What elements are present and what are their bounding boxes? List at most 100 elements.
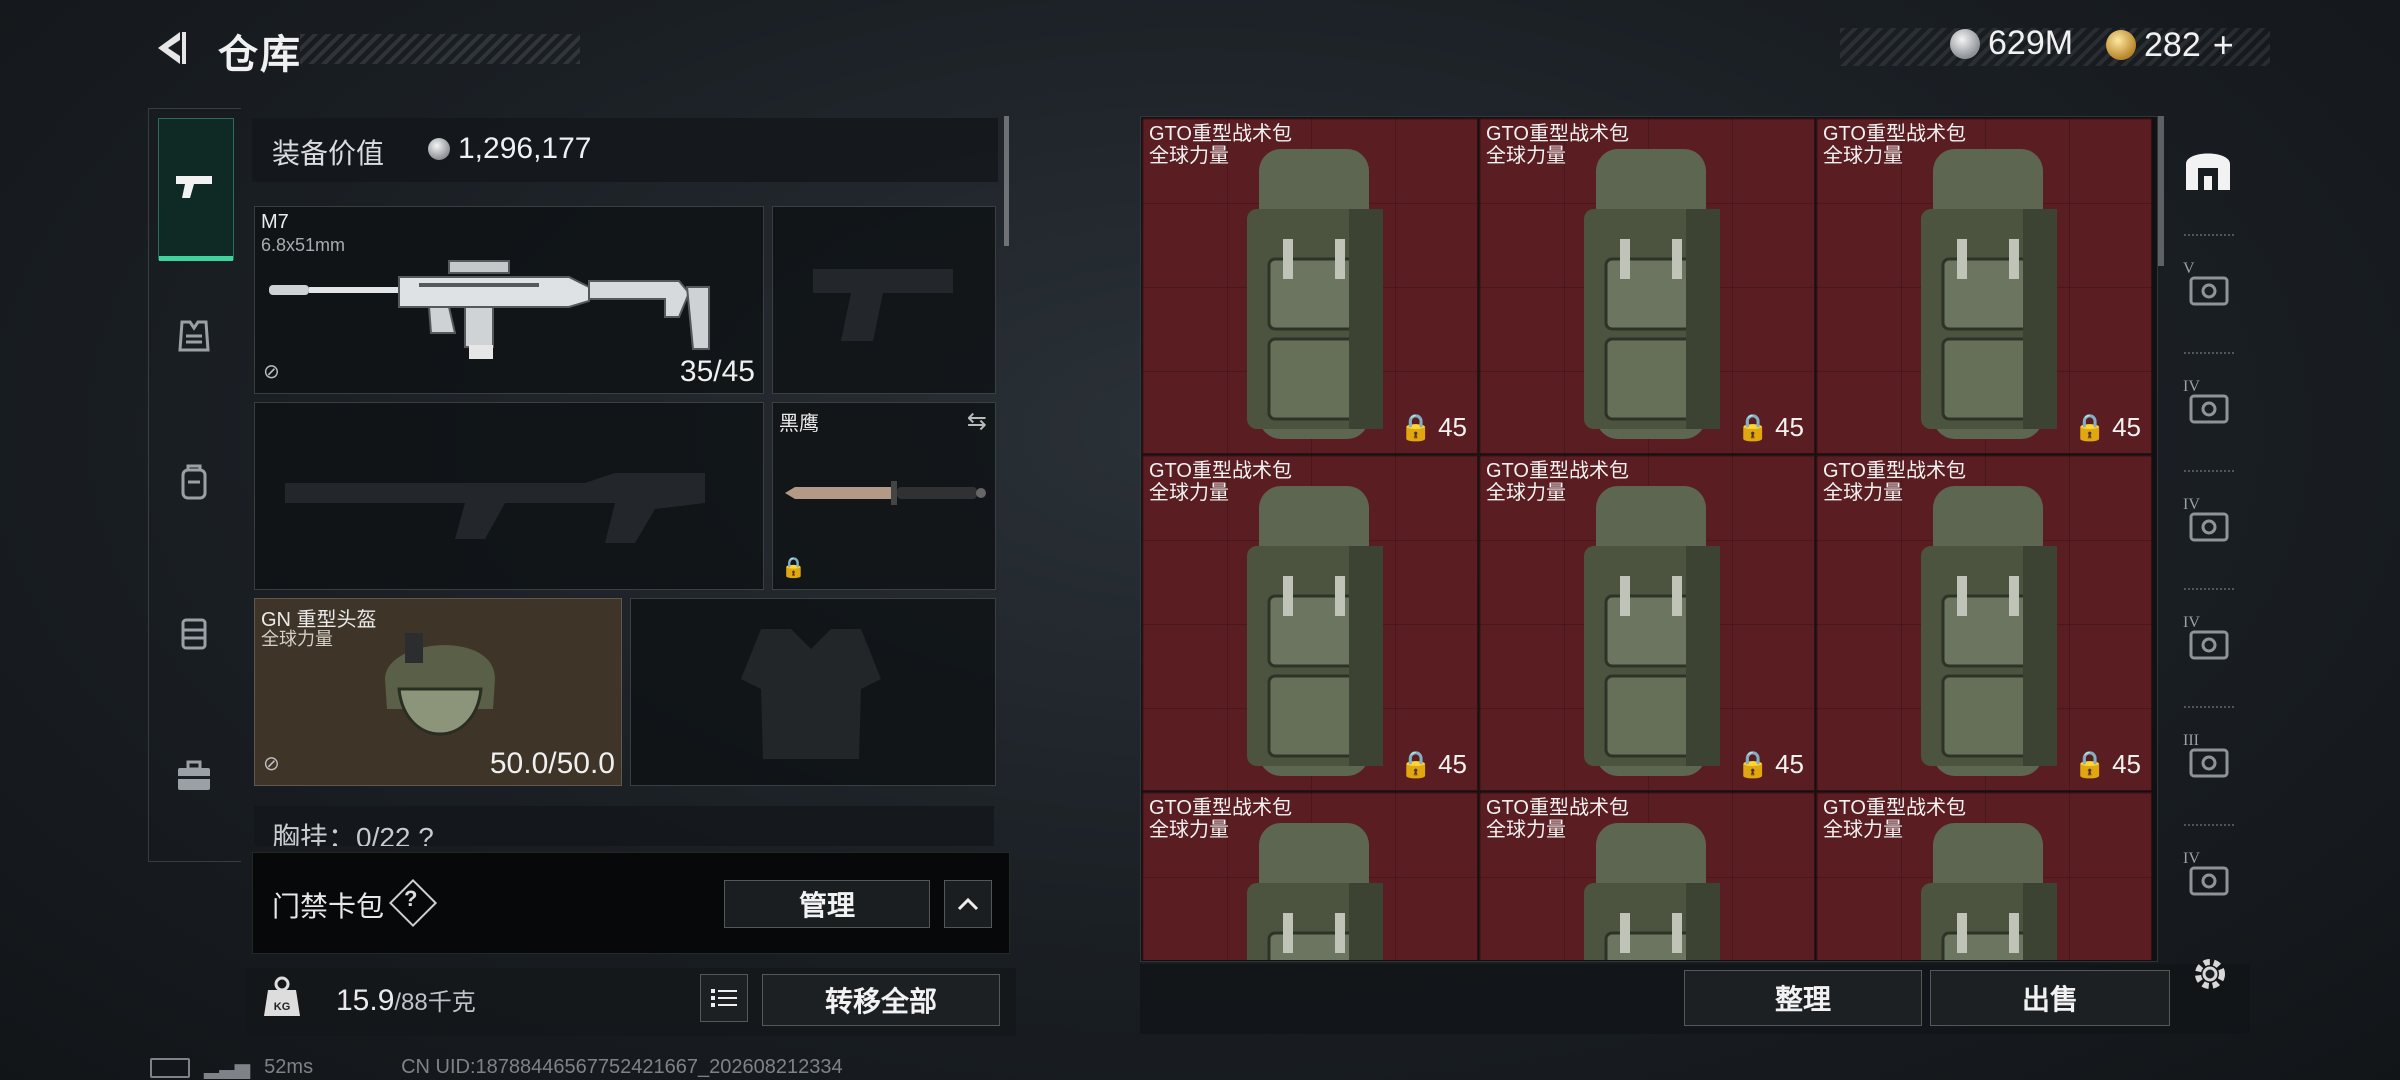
stash-item[interactable]: GTO重型战术包 全球力量 🔒 45 (1142, 455, 1478, 791)
swap-icon[interactable]: ⇆ (967, 407, 987, 436)
stash-item-faction: 全球力量 (1149, 482, 1229, 504)
loadout-scrollbar[interactable] (1004, 116, 1009, 246)
capacity-icon: 🔒 (1736, 749, 1770, 779)
container-tab[interactable] (158, 596, 230, 668)
svg-text:KG: KG (274, 1001, 291, 1013)
stash-item-faction: 全球力量 (1486, 145, 1566, 167)
currency-gold[interactable]: 282 + (2106, 24, 2234, 66)
stash-item-name: GTO重型战术包 全球力量 (1149, 123, 1292, 167)
stash-tier-glyph (2189, 748, 2229, 778)
stash-tab-4a[interactable]: IV (2180, 376, 2236, 432)
stash-item-faction: 全球力量 (1823, 482, 1903, 504)
briefcase-tab[interactable] (158, 740, 230, 812)
stash-tier-glyph (2189, 512, 2229, 542)
primary-weapon-slot[interactable]: M7 6.8x51mm ⊘ 35/45 (254, 206, 764, 394)
stash-item[interactable]: GTO重型战术包 全球力量 🔒 45 (1479, 455, 1815, 791)
help-icon-mark: ? (404, 886, 418, 911)
stash-item-title: GTO重型战术包 (1149, 797, 1292, 819)
back-arrow-icon[interactable] (150, 26, 194, 70)
list-icon (711, 989, 737, 1007)
stash-item[interactable]: GTO重型战术包 全球力量 (1816, 792, 2152, 960)
armor-slot-empty[interactable] (630, 598, 996, 786)
pistol-placeholder-icon (813, 269, 953, 341)
backpack-tab[interactable] (158, 446, 230, 518)
rail-divider (2184, 588, 2234, 590)
rail-divider (2184, 824, 2234, 826)
stash-item-title: GTO重型战术包 (1823, 123, 1966, 145)
case-icon (181, 618, 207, 650)
stash-item-title: GTO重型战术包 (1149, 123, 1292, 145)
status-line: ▂▃▅ 52ms CN UID:18788446567752421667_202… (150, 1055, 843, 1080)
gear-icon[interactable] (2188, 952, 2232, 996)
stash-scrollbar[interactable] (2158, 116, 2164, 266)
currency-silver-value: 629M (1988, 24, 2074, 62)
primary-weapon-name: M7 (261, 211, 289, 233)
pistol-icon (176, 176, 212, 198)
stash-item-capacity-value: 45 (1438, 412, 1467, 442)
backpack-image (1247, 149, 1383, 439)
stash-tier-icon: V (2183, 260, 2233, 308)
stash-item[interactable]: GTO重型战术包 全球力量 🔒 45 (1479, 118, 1815, 454)
capacity-icon: 🔒 (1399, 412, 1433, 442)
backpack-icon (181, 464, 207, 500)
stash-item-faction: 全球力量 (1486, 819, 1566, 841)
currency-silver: 629M (1950, 24, 2073, 63)
rail-divider (2184, 352, 2234, 354)
gold-coin-icon (2106, 30, 2136, 60)
stash-item[interactable]: GTO重型战术包 全球力量 🔒 45 (1142, 118, 1478, 454)
backpack-image (1247, 486, 1383, 776)
loadout-value-label: 装备价值 (272, 138, 385, 169)
chest-rig-row[interactable]: 胸挂：0/22 ? (254, 806, 994, 846)
stash-item-capacity: 🔒 45 (2074, 749, 2141, 780)
stash-item[interactable]: GTO重型战术包 全球力量 (1142, 792, 1478, 960)
card-bag-label: 门禁卡包 (272, 891, 385, 922)
capacity-icon: 🔒 (1736, 412, 1770, 442)
list-view-button[interactable] (700, 974, 748, 1022)
stash-item-title: GTO重型战术包 (1149, 460, 1292, 482)
armor-tab[interactable] (158, 300, 230, 372)
knife-image (785, 481, 986, 505)
secondary-weapon-slot-empty[interactable] (254, 402, 764, 590)
stash-item-capacity-value: 45 (1438, 749, 1467, 779)
weapon-tab[interactable] (158, 150, 230, 222)
helmet-slot[interactable]: GN 重型头盔 全球力量 ⊘ 50.0/50.0 (254, 598, 622, 786)
stash-item-title: GTO重型战术包 (1486, 460, 1629, 482)
stash-item-title: GTO重型战术包 (1823, 460, 1966, 482)
stash-tier-glyph (2189, 394, 2229, 424)
add-currency-button[interactable]: + (2213, 24, 2234, 66)
stash-item[interactable]: GTO重型战术包 全球力量 🔒 45 (1816, 455, 2152, 791)
stash-tab-4c[interactable]: IV (2180, 612, 2236, 668)
stash-tab-4d[interactable]: IV (2180, 848, 2236, 904)
helmet-faction: 全球力量 (261, 629, 333, 649)
stash-item-faction: 全球力量 (1149, 145, 1229, 167)
weight-current: 15.9 (336, 984, 395, 1017)
stash-item[interactable]: GTO重型战术包 全球力量 🔒 45 (1816, 118, 2152, 454)
melee-slot[interactable]: 黑鹰 ⇆ 🔒 (772, 402, 996, 590)
stash-tier-icon: IV (2183, 378, 2233, 426)
stash-main-tab[interactable] (2180, 140, 2236, 196)
sort-button[interactable]: 整理 (1684, 970, 1922, 1026)
stash-tier-icon: IV (2183, 850, 2233, 898)
chevron-up-icon[interactable] (944, 880, 992, 928)
rail-divider (2184, 234, 2234, 236)
chevron-up-glyph (957, 897, 979, 911)
melee-name: 黑鹰 (779, 413, 819, 435)
manage-button[interactable]: 管理 (724, 880, 930, 928)
vest-placeholder-icon (741, 629, 881, 759)
stash-tab-4b[interactable]: IV (2180, 494, 2236, 550)
ping-value: 52ms (264, 1056, 314, 1078)
backpack-image (1921, 149, 2057, 439)
sell-button[interactable]: 出售 (1930, 970, 2170, 1026)
chest-rig-label: 胸挂：0/22 ? (272, 822, 434, 846)
stash-item-capacity: 🔒 45 (1400, 412, 1467, 443)
stash-tab-5[interactable]: V (2180, 258, 2236, 314)
stash-item[interactable]: GTO重型战术包 全球力量 (1479, 792, 1815, 960)
sidearm-slot-empty[interactable] (772, 206, 996, 394)
no-insure-icon: ⊘ (263, 753, 280, 775)
stash-item-title: GTO重型战术包 (1486, 123, 1629, 145)
helmet-durability: 50.0/50.0 (489, 747, 615, 780)
uid-text: CN UID:18788446567752421667_202608212334 (401, 1056, 843, 1078)
stash-tab-3[interactable]: III (2180, 730, 2236, 786)
stash-item-capacity-value: 45 (2112, 412, 2141, 442)
transfer-all-button[interactable]: 转移全部 (762, 974, 1000, 1026)
